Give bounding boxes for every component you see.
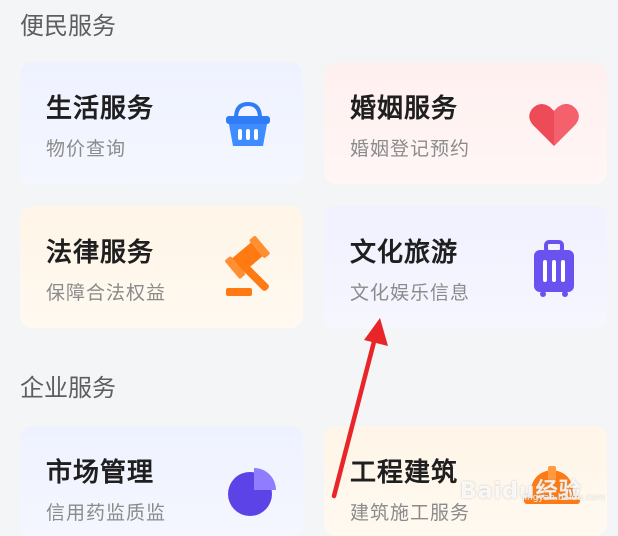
gavel-icon — [218, 236, 282, 304]
section-title-convenience: 便民服务 — [20, 12, 116, 40]
card-market-management[interactable]: 市场管理 信用药监质监 — [20, 426, 303, 536]
card-title: 生活服务 — [46, 94, 155, 124]
shopping-basket-icon — [220, 100, 276, 154]
heart-icon — [526, 100, 582, 154]
baidu-watermark: Baidu经验 jingyan.baidu.com — [450, 469, 605, 509]
watermark-url: jingyan.baidu.com — [522, 493, 606, 503]
card-title: 文化旅游 — [350, 238, 459, 268]
pie-chart-icon — [224, 464, 280, 524]
annotation-arrow — [320, 300, 400, 504]
card-subtitle: 信用药监质监 — [46, 502, 167, 524]
card-title: 法律服务 — [46, 238, 155, 268]
card-subtitle: 物价查询 — [46, 138, 127, 160]
card-legal-services[interactable]: 法律服务 保障合法权益 — [20, 206, 303, 328]
luggage-icon — [530, 240, 578, 302]
card-subtitle: 婚姻登记预约 — [350, 138, 471, 160]
card-title: 市场管理 — [46, 458, 155, 488]
section-title-enterprise: 企业服务 — [20, 374, 116, 402]
card-title: 婚姻服务 — [350, 94, 459, 124]
card-marriage-services[interactable]: 婚姻服务 婚姻登记预约 — [324, 62, 607, 184]
card-life-services[interactable]: 生活服务 物价查询 — [20, 62, 303, 184]
card-subtitle: 保障合法权益 — [46, 282, 167, 304]
